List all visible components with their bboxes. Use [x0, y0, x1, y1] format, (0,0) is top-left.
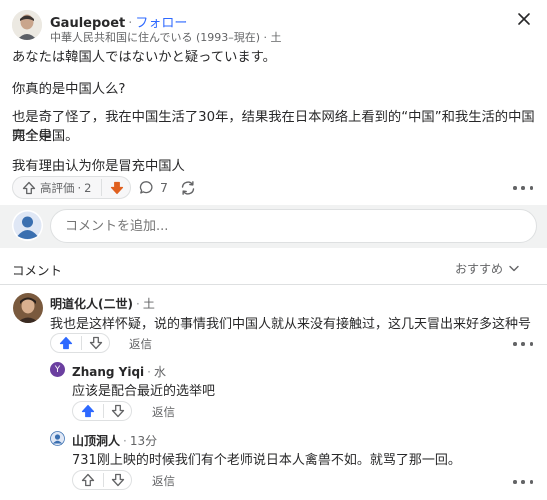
share-cycle-icon	[180, 180, 196, 196]
downvote-button[interactable]	[82, 334, 110, 352]
comment-meta: 山顶洞人 · 13分	[72, 432, 157, 449]
more-dots-icon[interactable]	[513, 337, 533, 351]
author-avatar[interactable]	[12, 10, 42, 40]
chevron-down-icon	[503, 265, 519, 272]
comment-composer	[0, 205, 547, 248]
author-credential: 中華人民共和国に住んでいる (1993–現在) · 土	[50, 31, 282, 44]
post-action-bar: 高評価 · 2 7	[12, 176, 535, 200]
comment-meta: 明道化人(二世) · 土	[50, 295, 155, 312]
comment-time: 土	[142, 297, 155, 311]
post-paragraph-1: あなたは韓国人ではないかと疑っています。	[12, 50, 276, 65]
upvote-count: 2	[84, 180, 92, 195]
comment-vote-pill	[72, 401, 132, 421]
comment-bubble-icon	[139, 180, 154, 195]
separator-dot: ·	[135, 297, 140, 311]
comments-title: コメント	[12, 263, 63, 278]
upvote-label: 高評価	[40, 180, 75, 195]
comment-input[interactable]	[50, 209, 537, 243]
vote-pill: 高評価 · 2	[12, 176, 131, 199]
commenter-avatar[interactable]	[50, 431, 65, 446]
comment-button[interactable]: 7	[139, 176, 168, 199]
upvote-arrow-icon	[81, 473, 95, 487]
post-header: Gaulepoet · フォロー 中華人民共和国に住んでいる (1993–現在) ·…	[12, 10, 535, 44]
downvote-button[interactable]	[104, 402, 132, 420]
post-paragraph-4: 我有理由认为你是冒充中国人	[12, 159, 185, 174]
reply-button[interactable]: 返信	[129, 336, 152, 352]
user-avatar	[12, 210, 43, 241]
comment-vote-pill	[72, 470, 132, 490]
comment-time: 水	[154, 365, 167, 379]
comment-meta: Zhang Yiqi · 水	[72, 363, 166, 380]
separator-dot: ·	[77, 180, 82, 195]
upvote-button[interactable]	[51, 334, 81, 352]
comment-time: 13分	[129, 434, 158, 448]
sort-dropdown[interactable]: おすすめ	[455, 260, 519, 277]
reply-button[interactable]: 返信	[152, 404, 175, 420]
commenter-avatar[interactable]	[13, 293, 43, 323]
comment-count: 7	[160, 180, 168, 195]
avatar-letter: Y	[54, 364, 61, 375]
comment-text: 应该是配合最近的选举吧	[72, 384, 216, 399]
sort-label: おすすめ	[454, 262, 503, 276]
downvote-arrow-icon	[111, 404, 125, 418]
comment-vote-pill	[50, 333, 110, 353]
upvote-button[interactable]	[73, 402, 103, 420]
downvote-arrow-icon	[111, 473, 125, 487]
downvote-arrow-icon	[110, 181, 124, 195]
separator-dot: ·	[147, 365, 151, 379]
upvote-arrow-icon	[59, 336, 73, 350]
post-paragraph-3-cont: 两个中国。	[12, 129, 79, 144]
divider	[0, 284, 547, 285]
comment-text: 731刚上映的时候我们有个老师说日本人禽兽不如。就骂了那一回。	[72, 453, 461, 468]
comment-text: 我也是这样怀疑，说的事情我们中国人就从来没有接触过，这几天冒出来好多这种号	[50, 317, 532, 332]
downvote-button[interactable]	[104, 471, 132, 489]
downvote-button[interactable]	[102, 177, 131, 198]
commenter-name[interactable]: 山顶洞人	[72, 434, 120, 448]
commenter-name[interactable]: Zhang Yiqi	[72, 365, 144, 379]
downvote-arrow-icon	[89, 336, 103, 350]
upvote-button[interactable]	[73, 471, 103, 489]
reply-button[interactable]: 返信	[152, 473, 175, 489]
upvote-arrow-icon	[22, 181, 36, 195]
close-icon[interactable]	[515, 10, 533, 28]
upvote-arrow-icon	[81, 404, 95, 418]
share-button[interactable]	[180, 176, 196, 199]
upvote-button[interactable]: 高評価 · 2	[13, 177, 101, 198]
post-paragraph-2: 你真的是中国人么?	[12, 82, 126, 97]
commenter-avatar[interactable]: Y	[50, 362, 65, 377]
more-dots-icon[interactable]	[513, 181, 533, 195]
separator-dot: ·	[123, 434, 127, 448]
commenter-name[interactable]: 明道化人(二世)	[50, 297, 133, 311]
more-dots-icon[interactable]	[513, 475, 533, 489]
